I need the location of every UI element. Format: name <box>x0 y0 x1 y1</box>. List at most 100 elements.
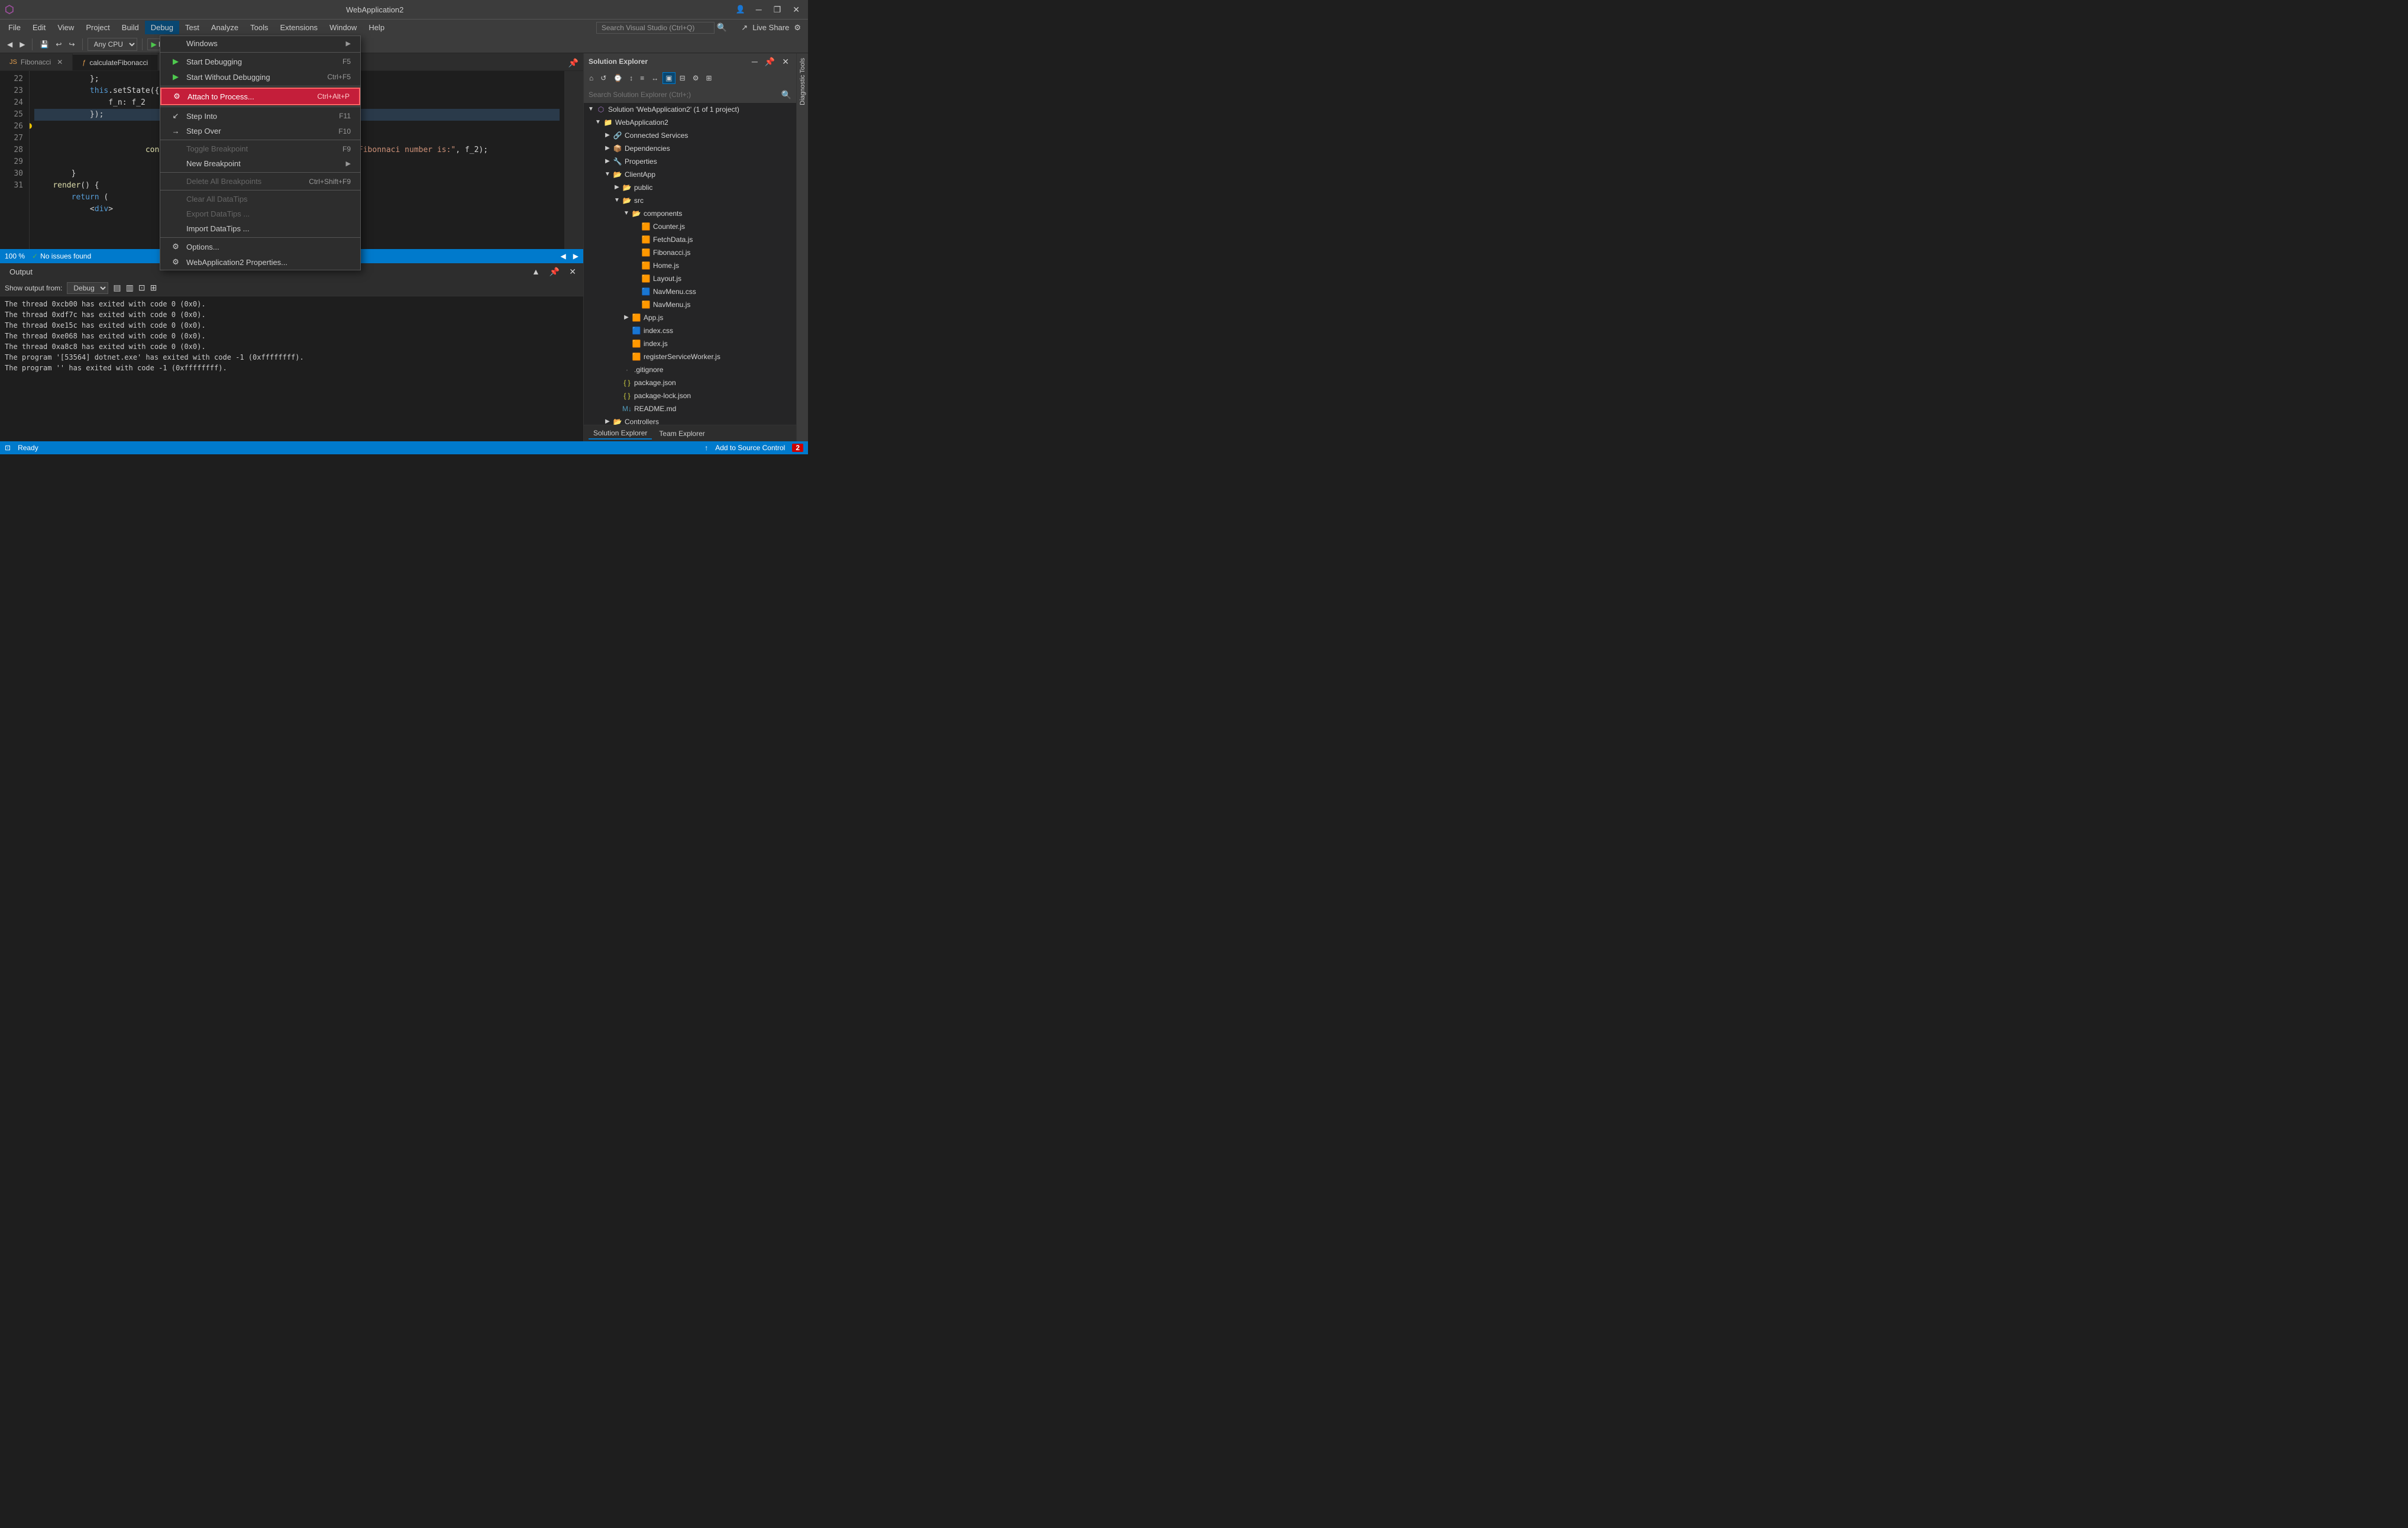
tree-registerserviceworker[interactable]: 🟧 registerServiceWorker.js <box>584 350 796 363</box>
se-tab-team-explorer[interactable]: Team Explorer <box>654 428 709 439</box>
tree-public[interactable]: 📂 public <box>584 181 796 194</box>
se-tool-expand[interactable]: ↔ <box>648 72 661 84</box>
debug-menu-options[interactable]: ⚙ Options... <box>160 239 360 254</box>
editor-pin-icon[interactable]: 📌 <box>564 56 583 70</box>
tree-clientapp[interactable]: 📂 ClientApp <box>584 168 796 181</box>
panel-up-btn[interactable]: ▲ <box>529 266 542 277</box>
se-tab-solution-explorer[interactable]: Solution Explorer <box>589 428 652 440</box>
tree-navmenu-css[interactable]: 🟦 NavMenu.css <box>584 285 796 298</box>
tree-packagejson[interactable]: { } package.json <box>584 376 796 389</box>
live-share-label[interactable]: Live Share <box>752 23 789 32</box>
tree-navmenu-js[interactable]: 🟧 NavMenu.js <box>584 298 796 311</box>
tree-dependencies[interactable]: 📦 Dependencies <box>584 142 796 155</box>
tab-calculate[interactable]: ƒ calculateFibonacci <box>73 54 158 70</box>
debug-menu-attach[interactable]: ⚙ Attach to Process... Ctrl+Alt+P <box>160 88 360 105</box>
menu-debug[interactable]: Debug <box>145 21 179 34</box>
output-icon-1[interactable]: ▤ <box>113 283 121 293</box>
tree-fibonacci-js[interactable]: 🟧 Fibonacci.js <box>584 246 796 259</box>
error-badge[interactable]: 2 <box>792 444 803 452</box>
tree-connected-services[interactable]: 🔗 Connected Services <box>584 129 796 142</box>
tree-layout-js[interactable]: 🟧 Layout.js <box>584 272 796 285</box>
debug-menu-start-no-debug[interactable]: ▶ Start Without Debugging Ctrl+F5 <box>160 69 360 85</box>
se-tool-clock[interactable]: ⌚ <box>610 72 625 84</box>
menu-help[interactable]: Help <box>363 21 390 34</box>
tree-home-js[interactable]: 🟧 Home.js <box>584 259 796 272</box>
se-tool-settings[interactable]: ⚙ <box>690 72 702 84</box>
tree-controllers[interactable]: 📂 Controllers <box>584 415 796 425</box>
search-box[interactable]: Search Visual Studio (Ctrl+Q) <box>596 22 715 34</box>
tree-solution[interactable]: ⬡ Solution 'WebApplication2' (1 of 1 pro… <box>584 103 796 116</box>
tree-gitignore-client[interactable]: · .gitignore <box>584 363 796 376</box>
se-search-icon[interactable]: 🔍 <box>781 90 791 100</box>
debug-menu-start[interactable]: ▶ Start Debugging F5 <box>160 54 360 69</box>
menu-extensions[interactable]: Extensions <box>274 21 324 34</box>
debug-menu-step-into[interactable]: ↙ Step Into F11 <box>160 108 360 124</box>
se-close-btn[interactable]: ✕ <box>780 56 791 68</box>
output-icon-4[interactable]: ⊞ <box>150 283 157 293</box>
scroll-right-btn[interactable]: ▶ <box>573 252 578 260</box>
tree-src[interactable]: 📂 src <box>584 194 796 207</box>
se-tool-more[interactable]: ⊟ <box>677 72 689 84</box>
menu-test[interactable]: Test <box>179 21 205 34</box>
tree-counter-js[interactable]: 🟧 Counter.js <box>584 220 796 233</box>
output-icon-3[interactable]: ⊡ <box>138 283 146 293</box>
debug-menu-new-bp[interactable]: New Breakpoint ▶ <box>160 156 360 171</box>
menu-window[interactable]: Window <box>324 21 363 34</box>
diag-tools-label[interactable]: Diagnostic Tools <box>799 58 806 105</box>
tree-properties[interactable]: 🔧 Properties <box>584 155 796 168</box>
toolbar-redo[interactable]: ↪ <box>66 39 77 50</box>
menu-view[interactable]: View <box>51 21 80 34</box>
scrollbar-vertical[interactable] <box>564 71 571 249</box>
tree-appjs[interactable]: 🟧 App.js <box>584 311 796 324</box>
config-dropdown[interactable]: Any CPU <box>88 38 137 51</box>
settings-icon[interactable]: ⚙ <box>794 23 801 33</box>
se-pin-btn[interactable]: 📌 <box>762 56 777 68</box>
toolbar-back[interactable]: ◀ <box>5 39 15 50</box>
debug-menu-step-over[interactable]: → Step Over F10 <box>160 124 360 138</box>
tree-fetchdata-js[interactable]: 🟧 FetchData.js <box>584 233 796 246</box>
debug-menu-clear-datatips: Clear All DataTips <box>160 192 360 206</box>
profile-icon[interactable]: 👤 <box>736 5 745 14</box>
debug-menu-properties[interactable]: ⚙ WebApplication2 Properties... <box>160 254 360 270</box>
panel-tab-output[interactable]: Output <box>5 265 37 279</box>
search-icon[interactable]: 🔍 <box>717 22 727 33</box>
output-source-dropdown[interactable]: Debug <box>67 282 108 294</box>
tree-packagelockjson[interactable]: { } package-lock.json <box>584 389 796 402</box>
tree-indexcss[interactable]: 🟦 index.css <box>584 324 796 337</box>
panel-pin-btn[interactable]: 📌 <box>547 266 562 278</box>
se-search-input[interactable] <box>589 91 781 99</box>
tree-components[interactable]: 📂 components <box>584 207 796 220</box>
tab-fibonacci[interactable]: JS Fibonacci ✕ <box>0 54 73 70</box>
minimize-button[interactable]: ─ <box>752 4 765 16</box>
toolbar-forward[interactable]: ▶ <box>17 39 27 50</box>
se-tool-home[interactable]: ⌂ <box>586 72 596 84</box>
tree-project[interactable]: 📁 WebApplication2 <box>584 116 796 129</box>
toolbar-undo[interactable]: ↩ <box>53 39 64 50</box>
restore-button[interactable]: ❐ <box>770 4 785 16</box>
debug-menu-import-datatips[interactable]: Import DataTips ... <box>160 221 360 236</box>
vs-logo-icon: ⬡ <box>5 4 14 16</box>
se-tool-config[interactable]: ⊞ <box>703 72 715 84</box>
menu-tools[interactable]: Tools <box>244 21 274 34</box>
toolbar-save[interactable]: 💾 <box>37 39 51 50</box>
debug-menu-windows[interactable]: Windows ▶ <box>160 36 360 51</box>
scroll-left-btn[interactable]: ◀ <box>561 252 566 260</box>
se-tool-view[interactable]: ▣ <box>662 72 675 84</box>
se-tool-filter[interactable]: ≡ <box>637 72 647 84</box>
panel-close-btn[interactable]: ✕ <box>567 266 578 278</box>
tree-indexjs[interactable]: 🟧 index.js <box>584 337 796 350</box>
add-source-control-label[interactable]: Add to Source Control <box>715 444 785 452</box>
se-collapse-btn[interactable]: ─ <box>749 56 760 68</box>
menu-analyze[interactable]: Analyze <box>205 21 244 34</box>
tree-readme[interactable]: M↓ README.md <box>584 402 796 415</box>
menu-build[interactable]: Build <box>116 21 145 34</box>
menu-edit[interactable]: Edit <box>27 21 51 34</box>
close-button[interactable]: ✕ <box>789 4 803 16</box>
zoom-level[interactable]: 100 % <box>5 252 25 260</box>
menu-project[interactable]: Project <box>80 21 115 34</box>
tab-fibonacci-close[interactable]: ✕ <box>57 58 63 66</box>
se-tool-refresh[interactable]: ↺ <box>597 72 609 84</box>
se-tool-sync[interactable]: ↕ <box>626 72 636 84</box>
output-icon-2[interactable]: ▥ <box>126 283 134 293</box>
menu-file[interactable]: File <box>2 21 27 34</box>
